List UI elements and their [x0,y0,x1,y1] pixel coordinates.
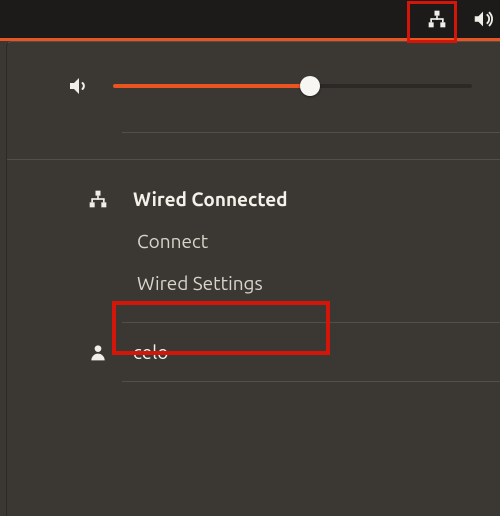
network-status-label: Wired Connected [133,188,288,210]
system-tray [0,0,500,38]
volume-speaker-icon [67,74,91,98]
user-row[interactable]: celo [7,331,500,373]
volume-slider[interactable] [113,76,472,96]
system-menu: Wired Connected Connect Wired Settings c… [6,41,500,516]
volume-icon [472,8,494,30]
menu-item-label: Connect [137,230,208,252]
volume-tray-button[interactable] [460,0,500,38]
network-wired-icon [88,189,108,209]
user-section: celo [7,323,500,381]
network-wired-icon [427,9,447,29]
network-settings-item[interactable]: Wired Settings [7,262,500,304]
user-icon [88,342,108,362]
menu-item-label: Wired Settings [137,272,263,294]
network-connect-item[interactable]: Connect [7,220,500,262]
slider-thumb[interactable] [300,76,320,96]
slider-fill [113,84,310,88]
user-name-label: celo [133,341,168,363]
network-status-row[interactable]: Wired Connected [7,178,500,220]
network-tray-button[interactable] [414,0,460,38]
separator [122,381,500,382]
volume-row [7,42,500,132]
network-section: Wired Connected Connect Wired Settings [7,160,500,322]
